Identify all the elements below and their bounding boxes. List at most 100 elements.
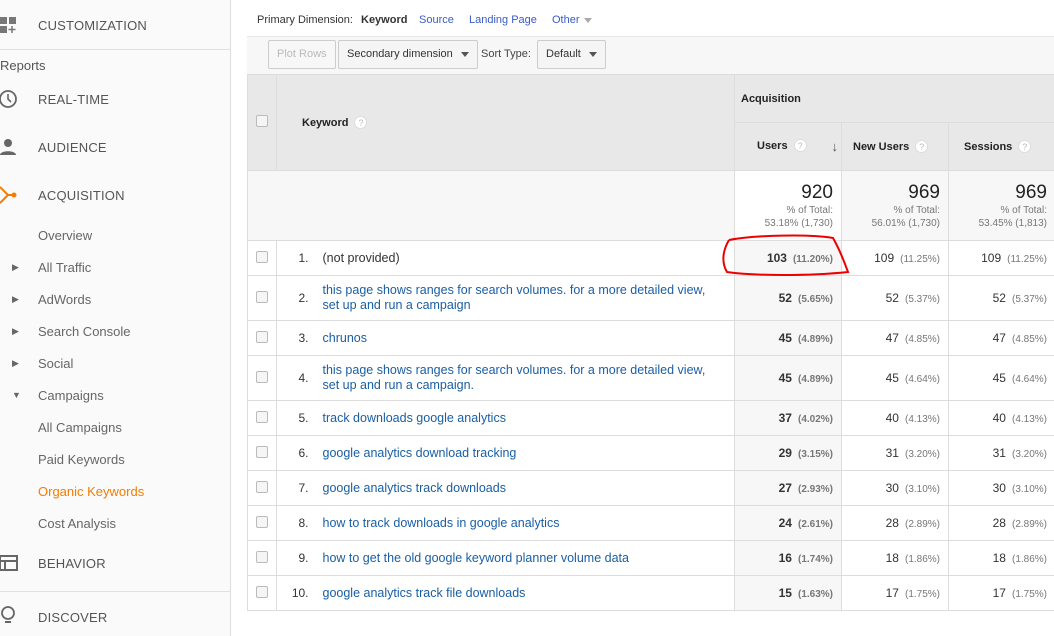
users-cell: 45 (4.89%) [734, 320, 842, 356]
row-checkbox-cell [247, 320, 277, 356]
new-users-value: 28 [885, 516, 899, 530]
new-users-percent: (4.85%) [904, 334, 940, 345]
row-checkbox[interactable] [256, 370, 268, 383]
keyword-link[interactable]: how to get the old google keyword planne… [323, 551, 629, 565]
new-users-header-label: New Users [853, 141, 910, 153]
row-checkbox[interactable] [256, 550, 268, 563]
clock-icon [0, 90, 17, 108]
sort-descending-icon[interactable]: ↓ [832, 139, 839, 154]
row-checkbox[interactable] [256, 515, 268, 528]
row-index: 9. [276, 540, 317, 576]
row-index: 1. [276, 240, 317, 276]
sidebar-item-customization[interactable]: CUSTOMIZATION [38, 18, 147, 33]
keyword-link[interactable]: track downloads google analytics [323, 411, 506, 425]
sessions-percent: (1.86%) [1011, 554, 1047, 565]
row-checkbox[interactable] [256, 250, 268, 263]
sidebar-item-acquisition[interactable]: ACQUISITION [38, 188, 125, 203]
sidebar-item-all-campaigns[interactable]: All Campaigns [38, 420, 122, 435]
sidebar-item-campaigns[interactable]: Campaigns [38, 388, 104, 403]
keyword-cell: google analytics track file downloads [316, 575, 735, 611]
secondary-dimension-dropdown[interactable]: Secondary dimension [338, 40, 478, 69]
users-percent: (5.65%) [797, 294, 833, 305]
total-label: % of Total: [1000, 204, 1047, 216]
help-icon[interactable]: ? [1018, 140, 1032, 153]
row-index: 2. [276, 275, 317, 321]
caret-right-icon: ▶ [12, 294, 19, 304]
sidebar-item-paid-keywords[interactable]: Paid Keywords [38, 452, 125, 467]
users-value: 29 [778, 446, 792, 460]
total-detail: 53.18% (1,730) [764, 217, 833, 229]
sidebar-item-behavior[interactable]: BEHAVIOR [38, 556, 106, 571]
sidebar-item-discover[interactable]: DISCOVER [38, 610, 108, 625]
row-checkbox[interactable] [256, 330, 268, 343]
keyword-link[interactable]: this page shows ranges for search volume… [323, 363, 706, 392]
keyword-link[interactable]: google analytics download tracking [323, 446, 517, 460]
new-users-cell: 28 (2.89%) [841, 505, 949, 541]
sort-type-dropdown[interactable]: Default [537, 40, 606, 69]
dimension-landing-page[interactable]: Landing Page [469, 14, 537, 26]
row-checkbox[interactable] [256, 410, 268, 423]
keyword-header-label: Keyword [302, 117, 349, 129]
sessions-header[interactable]: Sessions? [948, 122, 1054, 171]
help-icon[interactable]: ? [354, 116, 368, 129]
row-checkbox[interactable] [256, 480, 268, 493]
help-icon[interactable]: ? [793, 139, 807, 152]
dimension-other[interactable]: Other [552, 14, 592, 26]
keyword-cell: how to get the old google keyword planne… [316, 540, 735, 576]
sessions-percent: (2.89%) [1011, 519, 1047, 530]
keyword-header[interactable]: Keyword? [276, 74, 735, 171]
table-row: 1. (not provided) 103 (11.20%) 109 (11.25%… [247, 240, 1054, 276]
new-users-cell: 52 (5.37%) [841, 275, 949, 321]
users-value: 52 [778, 291, 792, 305]
customization-icon [0, 17, 16, 33]
sidebar-item-organic-keywords[interactable]: Organic Keywords [38, 484, 144, 499]
dimension-keyword[interactable]: Keyword [361, 14, 407, 26]
sort-type-label: Sort Type: [481, 48, 531, 60]
sidebar-item-adwords[interactable]: AdWords [38, 292, 91, 307]
sidebar-item-audience[interactable]: AUDIENCE [38, 140, 107, 155]
users-value: 45 [778, 331, 792, 345]
sidebar-item-social[interactable]: Social [38, 356, 73, 371]
help-icon[interactable]: ? [915, 140, 929, 153]
row-checkbox[interactable] [256, 290, 268, 303]
row-checkbox[interactable] [256, 445, 268, 458]
keyword-link[interactable]: google analytics track downloads [323, 481, 506, 495]
sessions-value: 31 [992, 446, 1006, 460]
sidebar-item-realtime[interactable]: REAL-TIME [38, 92, 109, 107]
dimension-source[interactable]: Source [419, 14, 454, 26]
keyword-cell: google analytics track downloads [316, 470, 735, 506]
users-percent: (4.89%) [797, 334, 833, 345]
secondary-label: Secondary dimension [347, 48, 453, 60]
sessions-cell: 52 (5.37%) [948, 275, 1054, 321]
keyword-link[interactable]: how to track downloads in google analyti… [323, 516, 560, 530]
new-users-header[interactable]: New Users? [841, 122, 949, 171]
sessions-value: 45 [992, 371, 1006, 385]
new-users-value: 47 [885, 331, 899, 345]
acquisition-group-header: Acquisition [734, 74, 1054, 123]
sessions-header-label: Sessions [964, 141, 1013, 153]
select-all-checkbox[interactable] [256, 115, 268, 127]
table-row: 10. google analytics track file download… [247, 575, 1054, 611]
new-users-percent: (3.10%) [904, 484, 940, 495]
new-users-cell: 18 (1.86%) [841, 540, 949, 576]
plot-rows-button[interactable]: Plot Rows [268, 40, 336, 69]
new-users-percent: (2.89%) [904, 519, 940, 530]
sidebar-item-all-traffic[interactable]: All Traffic [38, 260, 91, 275]
sidebar-item-cost-analysis[interactable]: Cost Analysis [38, 516, 116, 531]
total-value: 969 [1015, 181, 1047, 203]
primary-dimension-label: Primary Dimension: [257, 14, 353, 26]
keyword-link[interactable]: (not provided) [323, 251, 400, 265]
keyword-link[interactable]: google analytics track file downloads [323, 586, 526, 600]
row-index: 3. [276, 320, 317, 356]
row-checkbox[interactable] [256, 585, 268, 598]
total-sessions: 969% of Total: 53.45% (1,813) [948, 170, 1054, 241]
new-users-cell: 45 (4.64%) [841, 355, 949, 401]
users-header[interactable]: Users? ↓ [734, 122, 842, 171]
new-users-percent: (5.37%) [904, 294, 940, 305]
sidebar-item-search-console[interactable]: Search Console [38, 324, 131, 339]
keyword-link[interactable]: this page shows ranges for search volume… [323, 283, 706, 312]
keyword-link[interactable]: chrunos [323, 331, 367, 345]
users-value: 16 [778, 551, 792, 565]
sidebar-item-overview[interactable]: Overview [38, 228, 92, 243]
table-row: 7. google analytics track downloads 27 (2… [247, 470, 1054, 506]
